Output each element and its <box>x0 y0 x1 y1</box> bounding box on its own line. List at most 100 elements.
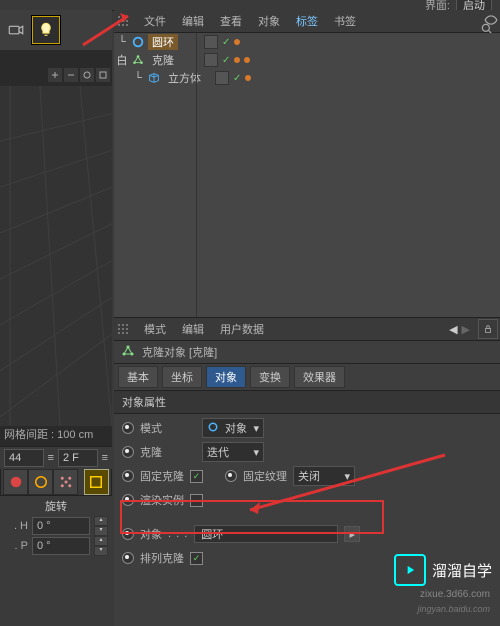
visibility-icon[interactable]: ✓ <box>222 37 230 48</box>
label-object-link: 对象 <box>140 526 162 542</box>
menu-bookmarks[interactable]: 书签 <box>328 12 362 30</box>
dots: . . . <box>168 528 188 540</box>
tree-item-cloner[interactable]: 克隆 <box>148 52 178 68</box>
nav-back-icon[interactable]: ◀ <box>449 323 457 336</box>
input-rot-h[interactable]: 0 ° <box>32 517 90 535</box>
view-nav-icon[interactable] <box>48 68 62 82</box>
radio-mode[interactable] <box>122 422 134 434</box>
label-clone: 克隆 <box>140 444 196 460</box>
checkbox-array-clone[interactable]: ✓ <box>190 552 203 565</box>
visibility-icon[interactable]: ✓ <box>222 55 230 66</box>
link-arrow-icon[interactable]: ▸ <box>344 526 360 542</box>
extra-dot-icon[interactable] <box>244 57 250 63</box>
view-nav-icon[interactable] <box>96 68 110 82</box>
frame-field[interactable]: 44 <box>4 449 44 467</box>
menu-file[interactable]: 文件 <box>138 12 172 30</box>
menu-view[interactable]: 查看 <box>214 12 248 30</box>
radio-render-instance[interactable] <box>122 494 134 506</box>
tree-branch-icon: └ <box>130 69 146 87</box>
tab-transform[interactable]: 变换 <box>250 366 290 388</box>
label-rot-h: . H <box>4 520 28 532</box>
chevron-down-icon: ▾ <box>253 446 259 459</box>
watermark: 溜溜自学 <box>394 554 492 586</box>
tab-basic[interactable]: 基本 <box>118 366 158 388</box>
cube-icon <box>146 70 162 86</box>
tab-effector[interactable]: 效果器 <box>294 366 345 388</box>
rotation-section-label: 旋转 <box>0 496 112 516</box>
keyframe-icon[interactable] <box>28 469 53 495</box>
mode-value: 对象 <box>225 420 247 436</box>
layer-tag-icon[interactable] <box>204 35 218 49</box>
tree-item-cube[interactable]: 立方体 <box>164 70 205 86</box>
attr-menu-edit[interactable]: 编辑 <box>176 320 210 338</box>
cloner-title-icon <box>120 343 136 362</box>
menu-edit[interactable]: 编辑 <box>176 12 210 30</box>
input-rot-p[interactable]: 0 ° <box>32 537 90 555</box>
tree-item-ring[interactable]: 圆环 <box>148 34 178 50</box>
section-object-props: 对象属性 <box>114 390 500 414</box>
render-dot-icon[interactable] <box>234 57 240 63</box>
label-mode: 模式 <box>140 420 196 436</box>
object-manager-menu: 文件 编辑 查看 对象 标签 书签 <box>114 10 500 33</box>
autokey-icon[interactable] <box>53 469 78 495</box>
checkbox-fixed-clone[interactable]: ✓ <box>190 470 203 483</box>
cloner-icon <box>130 52 146 68</box>
view-nav-icon[interactable] <box>80 68 94 82</box>
spinner-p[interactable]: ▴▾ <box>94 536 108 556</box>
layer-tag-icon[interactable] <box>204 53 218 67</box>
grip-icon[interactable] <box>116 14 130 28</box>
render-dot-icon[interactable] <box>245 75 251 81</box>
fixed-texture-value: 关闭 <box>298 468 320 484</box>
layer-tag-icon[interactable] <box>215 71 229 85</box>
grip-icon[interactable] <box>116 322 130 336</box>
watermark-text: 溜溜自学 <box>432 560 492 581</box>
label-render-instance: 渲染实例 <box>140 492 184 508</box>
label-array-clone: 排列克隆 <box>140 550 184 566</box>
visibility-icon[interactable]: ✓ <box>233 73 241 84</box>
checkbox-render-instance[interactable] <box>190 494 203 507</box>
view-nav-icon[interactable] <box>64 68 78 82</box>
viewport-hud: 网格间距 : 100 cm <box>4 426 93 442</box>
ring-icon <box>130 34 146 50</box>
mode-icon <box>207 421 219 436</box>
play-badge-icon <box>394 554 426 586</box>
tree-collapse-icon[interactable]: └ <box>114 33 130 51</box>
selection-icon[interactable] <box>84 469 109 495</box>
object-tree[interactable]: └ 圆环 ✓ 白 克隆 ✓ └ 立方体 <box>114 33 500 318</box>
fps-field[interactable]: 2 F <box>58 449 98 467</box>
attr-menu-mode[interactable]: 模式 <box>138 320 172 338</box>
spinner-h[interactable]: ▴▾ <box>94 516 108 536</box>
radio-clone[interactable] <box>122 446 134 458</box>
tree-expand-icon[interactable]: 白 <box>114 51 130 69</box>
tab-coord[interactable]: 坐标 <box>162 366 202 388</box>
radio-array-clone[interactable] <box>122 552 134 564</box>
menu-object[interactable]: 对象 <box>252 12 286 30</box>
tab-object[interactable]: 对象 <box>206 366 246 388</box>
radio-fixed-texture[interactable] <box>225 470 237 482</box>
collapse-icon[interactable]: ≡ <box>102 452 108 464</box>
render-dot-icon[interactable] <box>234 39 240 45</box>
camera-icon[interactable] <box>2 16 30 44</box>
watermark-src: jingyan.baidu.com <box>417 604 490 614</box>
nav-fwd-icon[interactable]: ▶ <box>462 323 470 336</box>
attr-title: 克隆对象 [克隆] <box>142 344 217 360</box>
attribute-menu: 模式 编辑 用户数据 ◀ ▶ <box>114 318 500 341</box>
attr-menu-userdata[interactable]: 用户数据 <box>214 320 270 338</box>
dropdown-mode[interactable]: 对象 ▾ <box>202 418 264 438</box>
radio-object-link[interactable] <box>122 528 134 540</box>
clone-value: 迭代 <box>207 444 229 460</box>
light-icon[interactable] <box>32 16 60 44</box>
label-fixed-texture: 固定纹理 <box>243 468 287 484</box>
label-rot-p: . P <box>4 540 28 552</box>
label-fixed-clone: 固定克隆 <box>140 468 184 484</box>
radio-fixed-clone[interactable] <box>122 470 134 482</box>
collapse-icon[interactable]: ≡ <box>48 452 54 464</box>
lock-icon[interactable] <box>478 319 498 339</box>
dropdown-clone[interactable]: 迭代 ▾ <box>202 442 264 462</box>
chevron-down-icon: ▾ <box>344 470 350 483</box>
object-link-field[interactable]: 圆环 <box>194 525 338 543</box>
dropdown-fixed-texture[interactable]: 关闭 ▾ <box>293 466 355 486</box>
menu-tags[interactable]: 标签 <box>290 12 324 30</box>
record-icon[interactable] <box>3 469 28 495</box>
viewport[interactable]: 网格间距 : 100 cm <box>0 50 112 446</box>
